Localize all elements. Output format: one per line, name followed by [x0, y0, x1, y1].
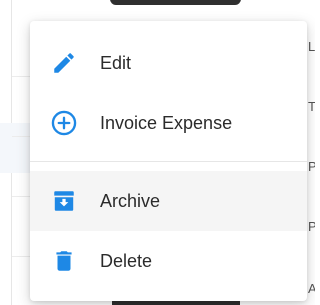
menu-divider: [30, 161, 307, 162]
menu-item-label: Archive: [100, 190, 161, 211]
table-cell-text: P: [308, 159, 315, 174]
screen: L T P P A Edit Invoice Expense Archive D…: [0, 0, 315, 305]
trash-icon: [50, 247, 78, 275]
menu-item-invoice-expense[interactable]: Invoice Expense: [30, 93, 307, 153]
table-row-highlight: [0, 123, 30, 173]
table-cell-text: T: [308, 99, 315, 114]
table-cell-text: L: [308, 39, 315, 54]
table-cell-text: A: [308, 281, 315, 296]
menu-item-archive[interactable]: Archive: [30, 171, 307, 231]
menu-item-label: Delete: [100, 250, 153, 271]
table-cell-text: P: [308, 219, 315, 234]
menu-item-label: Edit: [100, 52, 132, 73]
menu-item-edit[interactable]: Edit: [30, 33, 307, 93]
archive-icon: [50, 187, 78, 215]
plus-circle-icon: [50, 109, 78, 137]
menu-item-delete[interactable]: Delete: [30, 231, 307, 291]
menu-item-label: Invoice Expense: [100, 112, 233, 133]
pencil-icon: [50, 49, 78, 77]
context-menu: Edit Invoice Expense Archive Delete: [30, 21, 307, 301]
header-chip: [110, 0, 241, 5]
